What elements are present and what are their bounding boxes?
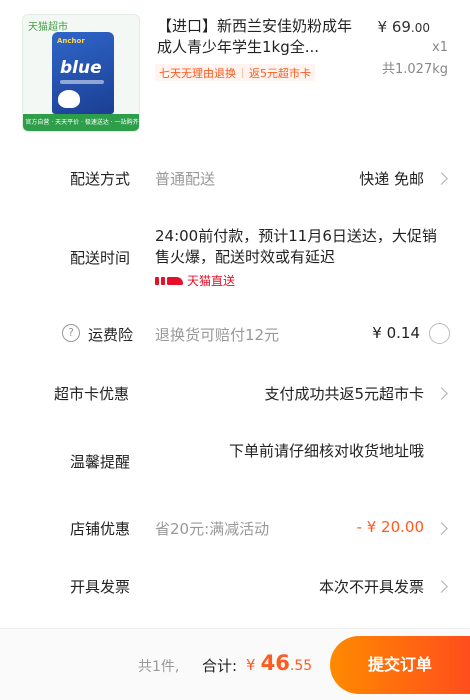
store-discount-value: - ¥ 20.00 <box>356 518 424 536</box>
store-discount-label: 店铺优惠 <box>70 520 131 538</box>
product-quantity: x1 <box>432 40 448 55</box>
chevron-right-icon <box>435 522 448 535</box>
service-tags: 七天无理由退换 返5元超市卡 <box>155 64 315 81</box>
blue-brand-word: blue <box>60 58 102 78</box>
total-decimal: .55 <box>289 658 313 674</box>
product-item[interactable]: 天猫超市 Anchor blue 官方自营 · 天天平价 · 极速送达 · 一站… <box>0 0 470 148</box>
supermarket-card-value: 支付成功共返5元超市卡 <box>264 385 424 403</box>
product-weight: 共1.027kg <box>382 62 448 77</box>
chevron-right-icon <box>435 580 448 593</box>
delivery-method-value: 快递 免邮 <box>359 170 424 188</box>
question-icon[interactable]: ? <box>62 324 80 342</box>
total-symbol: ¥ <box>246 656 256 674</box>
anchor-logo: Anchor <box>57 37 85 45</box>
reminder-text: 下单前请仔细核对收货地址哦 <box>228 442 424 460</box>
product-title[interactable]: 【进口】新西兰安佳奶粉成年成人青少年学生1kg全... <box>157 16 353 58</box>
shipping-insurance-label: 运费险 <box>88 326 134 344</box>
tmall-cat-icon <box>155 275 183 287</box>
total-integer: 46 <box>260 651 290 675</box>
shipping-insurance-price: ¥ 0.14 <box>372 324 420 342</box>
item-count: 共1件, <box>138 659 180 675</box>
product-price: ¥ 69.00 <box>377 18 430 36</box>
tmall-direct-label: 天猫直送 <box>187 274 236 288</box>
price-symbol: ¥ <box>377 18 388 36</box>
delivery-method-label: 配送方式 <box>70 170 131 188</box>
delivery-time-label: 配送时间 <box>70 249 131 267</box>
submit-order-button[interactable]: 提交订单 <box>330 636 470 694</box>
store-discount-desc: 省20元:满减活动 <box>155 520 270 538</box>
chevron-right-icon <box>435 387 448 400</box>
supermarket-card-label: 超市卡优惠 <box>54 385 130 403</box>
price-decimal: .00 <box>410 21 430 35</box>
total-amount: ¥ 46.55 <box>246 651 312 675</box>
image-promo-strip: 官方自营 · 天天平价 · 极速送达 · 一站购齐 <box>23 114 139 131</box>
tmall-supermarket-logo: 天猫超市 <box>28 22 68 33</box>
shipping-insurance-desc: 退换货可赔付12元 <box>155 326 280 344</box>
milk-bag-icon: Anchor blue <box>52 32 114 114</box>
milk-splash-icon <box>58 90 80 108</box>
price-integer: 69 <box>391 18 411 36</box>
total-label: 合计: <box>202 657 238 675</box>
tag-divider <box>242 67 243 78</box>
invoice-value: 本次不开具发票 <box>318 578 424 596</box>
order-confirm-page: 天猫超市 Anchor blue 官方自营 · 天天平价 · 极速送达 · 一站… <box>0 0 470 700</box>
delivery-method-placeholder: 普通配送 <box>155 170 216 188</box>
tag-supermarket-card: 返5元超市卡 <box>249 66 311 80</box>
delivery-time-text: 24:00前付款，预计11月6日送达，大促销售火爆，配送时效或有延迟 <box>155 227 437 266</box>
shipping-insurance-radio[interactable] <box>429 323 450 344</box>
bag-subline <box>60 80 104 84</box>
tag-seven-day-return: 七天无理由退换 <box>159 66 236 80</box>
reminder-label: 温馨提醒 <box>70 453 131 471</box>
chevron-right-icon <box>435 172 448 185</box>
tmall-direct-tag: 天猫直送 <box>155 272 235 289</box>
invoice-label: 开具发票 <box>70 578 131 596</box>
product-image[interactable]: 天猫超市 Anchor blue 官方自营 · 天天平价 · 极速送达 · 一站… <box>22 14 140 132</box>
